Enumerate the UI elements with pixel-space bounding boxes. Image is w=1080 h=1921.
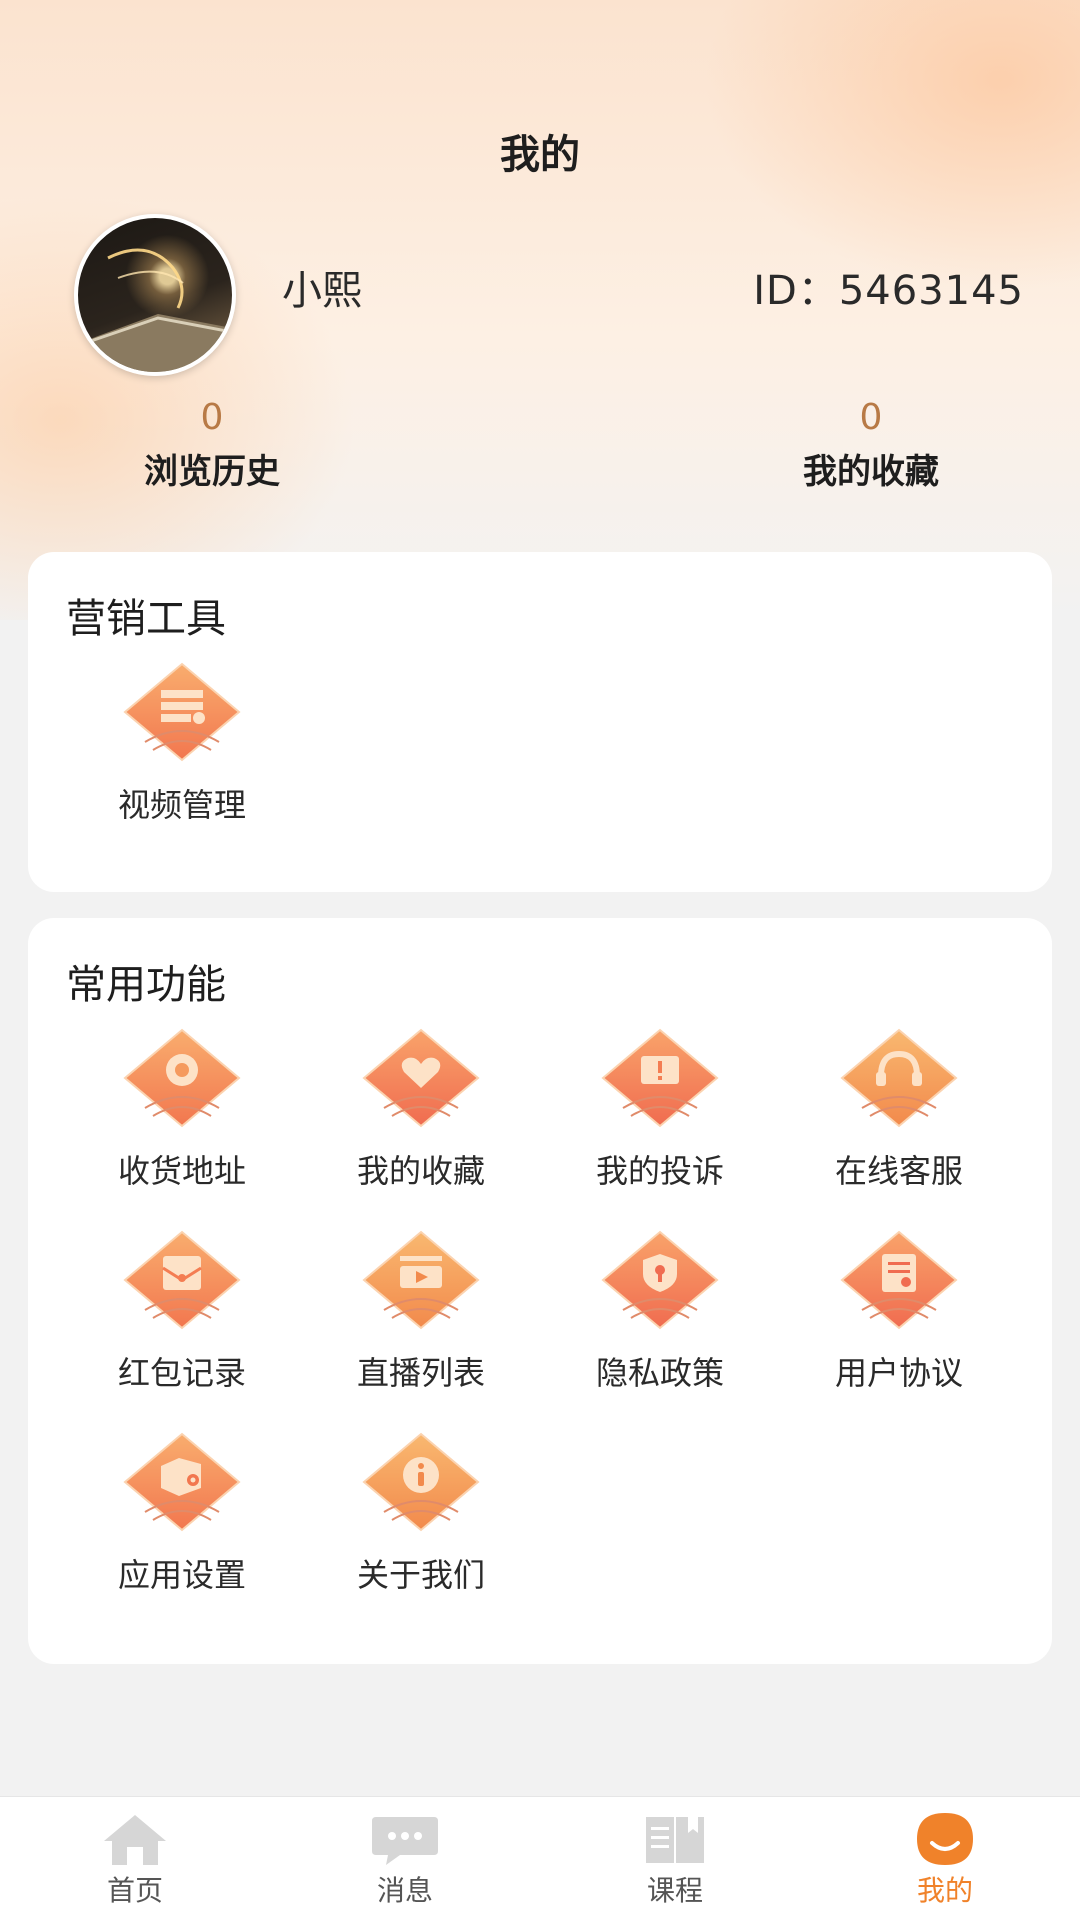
tile-label: 直播列表 (356, 1354, 485, 1392)
tab-messages[interactable]: 消息 (270, 1797, 540, 1921)
user-icon (917, 1813, 973, 1865)
tile-label: 隐私政策 (595, 1354, 724, 1392)
tile-shipping-address[interactable]: 收货地址 (82, 1026, 282, 1192)
tile-label: 收货地址 (117, 1152, 246, 1190)
tile-red-envelope-records[interactable]: 红包记录 (82, 1228, 282, 1394)
tab-home[interactable]: 首页 (0, 1797, 270, 1921)
tile-label: 在线客服 (834, 1152, 963, 1190)
tab-courses[interactable]: 课程 (540, 1797, 810, 1921)
message-icon (372, 1817, 438, 1865)
tab-label: 首页 (106, 1874, 163, 1907)
video-manage-icon (123, 662, 241, 762)
page-title: 我的 (500, 132, 580, 178)
tab-label: 课程 (646, 1874, 703, 1907)
tile-privacy-policy[interactable]: 隐私政策 (560, 1228, 760, 1394)
stat-value: 0 (859, 397, 883, 438)
location-pin-icon (123, 1028, 241, 1128)
card-title: 营销工具 (66, 596, 226, 642)
tile-label: 应用设置 (117, 1556, 246, 1594)
tile-live-list[interactable]: 直播列表 (321, 1228, 521, 1394)
tile-about-us[interactable]: 关于我们 (321, 1430, 521, 1596)
tile-label: 我的投诉 (595, 1152, 724, 1190)
stat-label: 我的收藏 (803, 452, 939, 492)
settings-box-icon (123, 1432, 241, 1532)
tile-label: 用户协议 (834, 1354, 963, 1392)
tile-my-favorites[interactable]: 我的收藏 (321, 1026, 521, 1192)
tile-online-service[interactable]: 在线客服 (799, 1026, 999, 1192)
tile-my-complaints[interactable]: 我的投诉 (560, 1026, 760, 1192)
complaint-icon (601, 1028, 719, 1128)
user-id: ID：5463145 (753, 268, 1024, 314)
avatar[interactable] (74, 214, 236, 376)
tile-app-settings[interactable]: 应用设置 (82, 1430, 282, 1596)
book-icon (646, 1817, 704, 1863)
tile-label: 我的收藏 (356, 1152, 485, 1190)
home-icon (104, 1815, 166, 1865)
stat-label: 浏览历史 (144, 452, 280, 492)
bottom-tab-bar: 首页 消息 课程 我的 (0, 1796, 1080, 1921)
tile-user-agreement[interactable]: 用户协议 (799, 1228, 999, 1394)
red-envelope-icon (123, 1230, 241, 1330)
info-icon (362, 1432, 480, 1532)
stat-value: 0 (200, 397, 224, 438)
headset-icon (840, 1028, 958, 1128)
agreement-icon (840, 1230, 958, 1330)
tile-label: 关于我们 (356, 1556, 485, 1594)
marketing-tools-card: 营销工具 视频管理 (28, 552, 1052, 892)
card-title: 常用功能 (66, 962, 226, 1008)
stat-my-favorites[interactable]: 0 我的收藏 (741, 398, 1001, 493)
heart-icon (362, 1028, 480, 1128)
common-functions-card: 常用功能 收货地址 我的收藏 我的投诉 在线客服 红包记录 直播列表 隐私政策 … (28, 918, 1052, 1664)
tab-mine[interactable]: 我的 (810, 1797, 1080, 1921)
stat-browse-history[interactable]: 0 浏览历史 (82, 398, 342, 493)
tab-label: 我的 (916, 1874, 973, 1907)
tile-label: 视频管理 (117, 786, 246, 824)
tab-label: 消息 (376, 1874, 433, 1907)
live-stream-icon (362, 1230, 480, 1330)
tile-label: 红包记录 (117, 1354, 246, 1392)
tile-video-manage[interactable]: 视频管理 (82, 660, 282, 826)
shield-icon (601, 1230, 719, 1330)
username: 小熙 (282, 268, 362, 314)
